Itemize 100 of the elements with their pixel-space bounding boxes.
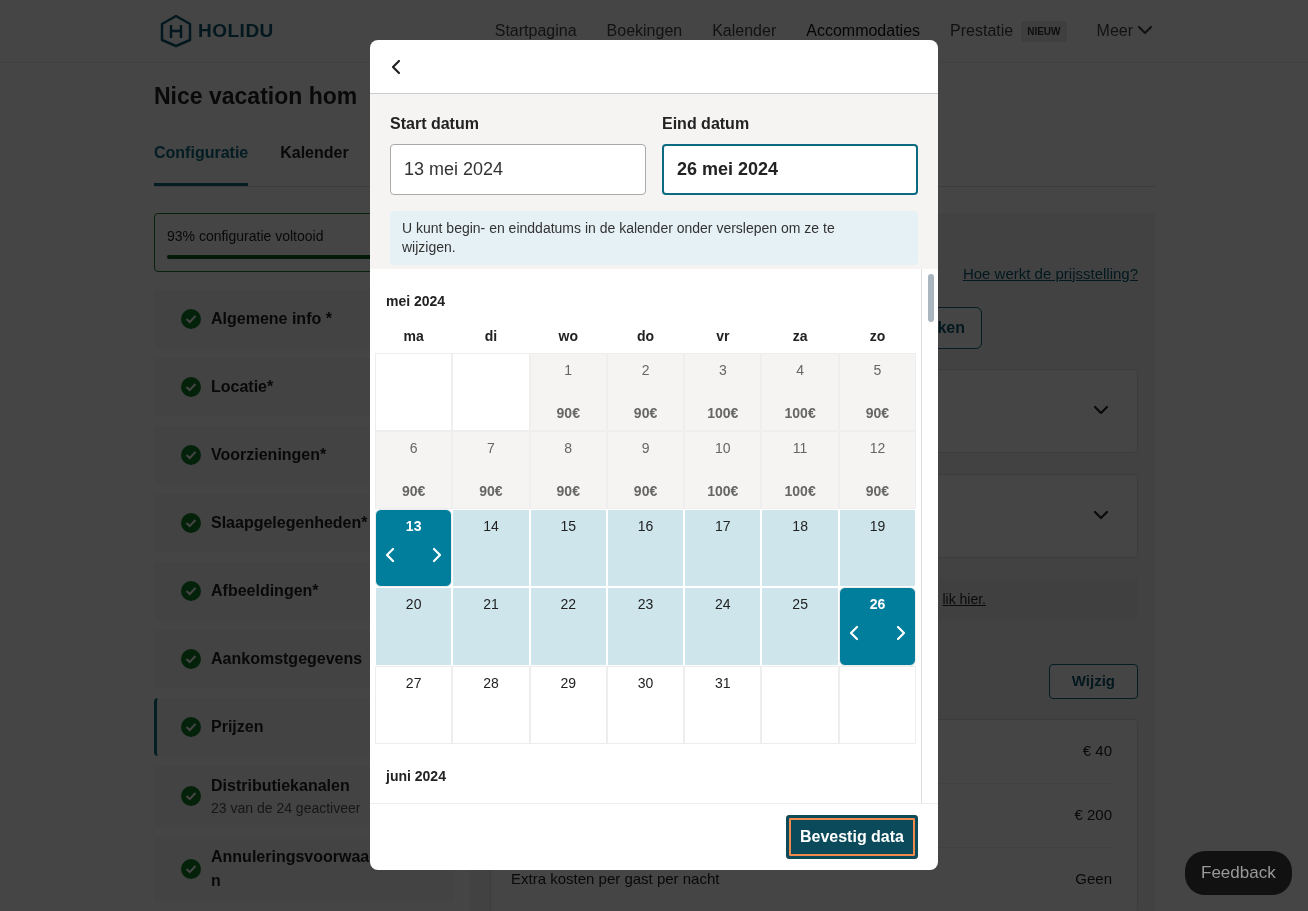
sidebar-label: Afbeeldingen* <box>211 580 320 601</box>
day-cell[interactable]: 20 <box>375 587 453 666</box>
chevron-right-icon <box>895 625 908 642</box>
day-cell[interactable]: 27 <box>375 665 453 744</box>
day-number: 3 <box>718 360 727 380</box>
weekday-label: ma <box>402 326 425 346</box>
end-date-field[interactable]: 26 mei 2024 <box>662 144 918 195</box>
day-number: 7 <box>487 438 495 458</box>
sidebar-label: Locatie* <box>211 376 275 397</box>
day-cell[interactable]: 28 <box>452 665 530 744</box>
row-value: € 200 <box>1074 804 1112 825</box>
check-circle-icon <box>181 308 201 329</box>
check-circle-icon <box>181 444 201 465</box>
check-circle-icon <box>181 580 201 601</box>
confirm-button[interactable]: Bevestig data <box>785 815 918 859</box>
day-number: 20 <box>405 595 422 615</box>
check-circle-icon <box>181 648 201 669</box>
day-cell[interactable]: 16 <box>606 509 685 588</box>
check-circle-icon <box>181 716 201 737</box>
day-number: 21 <box>483 595 499 615</box>
row-value: € 40 <box>1082 740 1112 761</box>
day-cell[interactable]: 24 <box>684 587 762 666</box>
day-number: 28 <box>483 673 499 693</box>
day-number: 25 <box>792 595 808 615</box>
day-price: 90€ <box>556 403 580 423</box>
day-cell[interactable]: 26 <box>838 587 917 666</box>
row-label: Extra kosten per gast per nacht <box>511 868 720 889</box>
day-number: 24 <box>715 595 731 615</box>
day-number: 13 <box>405 517 422 537</box>
day-price: 90€ <box>479 482 503 502</box>
day-cell[interactable]: 14 <box>452 509 530 588</box>
day-number: 31 <box>715 673 731 693</box>
day-number: 17 <box>715 517 731 537</box>
check-circle-icon <box>181 786 201 807</box>
day-number: 2 <box>641 360 650 380</box>
weekday-label: do <box>636 326 656 346</box>
day-cell[interactable]: 29 <box>529 665 607 744</box>
field-label: Eind datum <box>662 114 751 134</box>
day-number: 10 <box>715 438 731 458</box>
day-number: 18 <box>792 517 808 537</box>
feedback-button[interactable]: Feedback <box>1185 851 1292 895</box>
day-cell[interactable]: 22 <box>529 587 607 666</box>
day-number: 4 <box>796 360 805 380</box>
day-number: 14 <box>483 517 499 537</box>
chevron-left-icon <box>384 547 396 564</box>
day-number: 29 <box>560 673 577 693</box>
day-cell[interactable]: 31 <box>684 665 762 744</box>
day-cell[interactable]: 21 <box>452 587 530 666</box>
day-number: 23 <box>637 595 654 615</box>
month-title: mei 2024 <box>386 291 447 311</box>
day-number: 26 <box>869 595 886 615</box>
day-number: 11 <box>792 438 808 458</box>
chevron-right-icon <box>431 547 444 564</box>
day-cell[interactable]: 17 <box>684 509 762 588</box>
weekday-label: vr <box>715 326 731 346</box>
day-number: 1 <box>564 360 573 380</box>
weekday-label: za <box>791 326 809 346</box>
day-price: 100€ <box>707 403 739 423</box>
day-price: 90€ <box>865 403 890 423</box>
day-cell[interactable]: 18 <box>761 509 839 588</box>
sidebar-label: Distributiekanalen <box>211 775 351 796</box>
day-number: 12 <box>869 438 886 458</box>
day-price: 100€ <box>707 482 739 502</box>
sidebar-label: Slaapgelegenheden* <box>211 512 369 533</box>
day-number: 19 <box>869 517 886 537</box>
row-value: Geen <box>1075 868 1112 889</box>
day-cell[interactable]: 23 <box>606 587 685 666</box>
day-number: 5 <box>873 360 882 380</box>
day-number: 15 <box>560 517 577 537</box>
day-number: 16 <box>637 517 654 537</box>
chevron-left-icon <box>847 625 860 642</box>
back-button[interactable] <box>390 58 402 75</box>
sidebar-label: Prijzen <box>211 716 265 737</box>
check-circle-icon <box>181 512 201 533</box>
check-circle-icon <box>181 858 201 879</box>
day-number: 22 <box>560 595 577 615</box>
day-cell[interactable]: 13 <box>375 509 453 588</box>
sidebar-label: Voorzieningen* <box>211 444 328 465</box>
house-logo-icon <box>160 14 192 48</box>
day-cell[interactable]: 19 <box>838 509 917 588</box>
day-number: 8 <box>564 438 573 458</box>
logo-text: HOLIDU <box>198 18 274 43</box>
day-cell[interactable]: 25 <box>761 587 839 666</box>
weekday-label: di <box>483 326 499 346</box>
weekday-label: zo <box>868 326 887 346</box>
day-price: 90€ <box>865 482 890 502</box>
day-cell[interactable]: 30 <box>606 665 685 744</box>
progress-label: 93% configuratie voltooid <box>167 226 324 246</box>
start-date-field[interactable]: 13 mei 2024 <box>390 144 646 195</box>
hint-text: U kunt begin- en einddatums in de kalender onder verslepen om ze te wijzigen. <box>390 211 918 265</box>
day-number: 6 <box>409 438 418 458</box>
check-circle-icon <box>181 376 201 397</box>
day-cell[interactable]: 15 <box>529 509 607 588</box>
day-number: 30 <box>637 673 654 693</box>
sidebar-label: Algemene info * <box>211 308 333 329</box>
page-title: Nice vacation hom <box>154 83 359 111</box>
sidebar-label: Aankomstgegevens <box>211 648 364 669</box>
day-price: 100€ <box>784 403 816 423</box>
field-label: Start datum <box>390 114 480 134</box>
day-price: 100€ <box>784 482 816 502</box>
